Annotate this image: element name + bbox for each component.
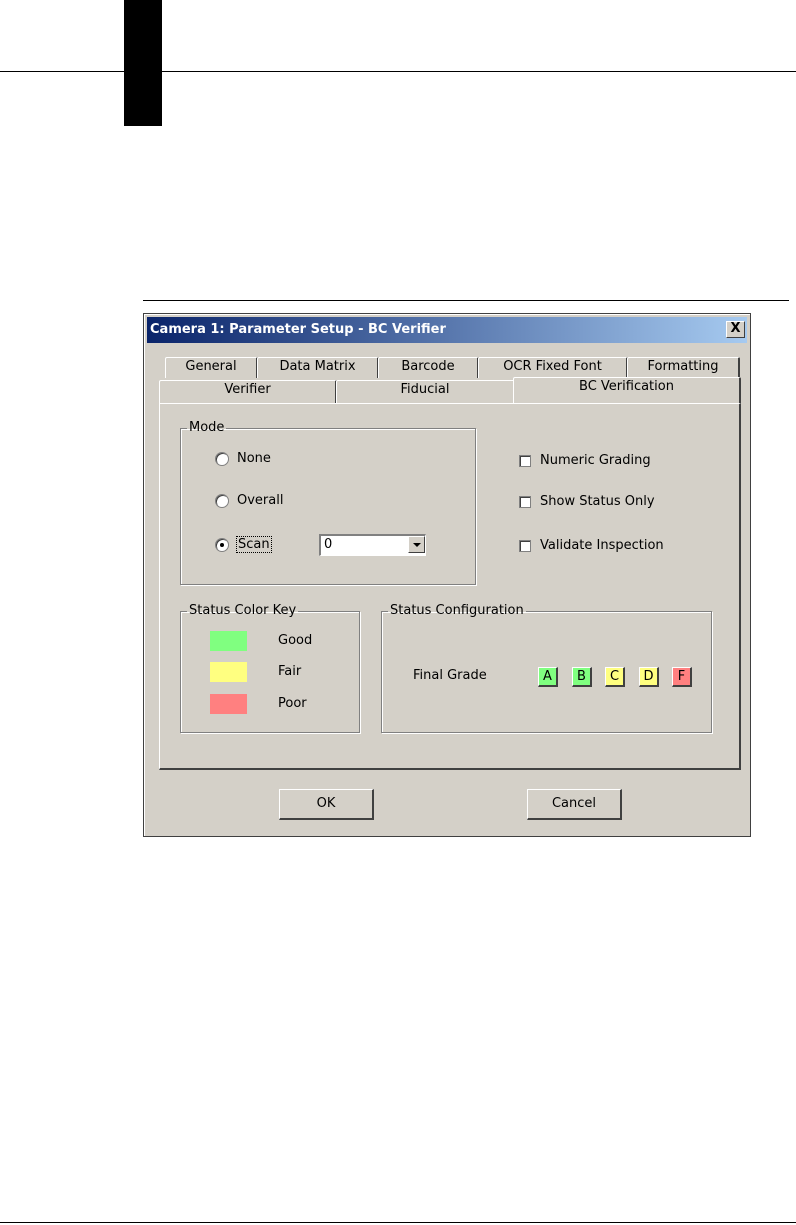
checkbox-show-status-only[interactable]: Show Status Only: [519, 494, 655, 509]
tab-general[interactable]: General: [165, 357, 258, 378]
radio-none-indicator[interactable]: [215, 451, 229, 466]
grade-f-button[interactable]: F: [672, 667, 692, 687]
radio-none[interactable]: None: [215, 451, 271, 466]
tab-fiducial[interactable]: Fiducial: [336, 380, 515, 404]
chevron-down-icon: [413, 543, 421, 547]
radio-scan-label: Scan: [236, 536, 272, 553]
checkbox-validate-inspection[interactable]: Validate Inspection: [519, 538, 664, 553]
dialog-title: Camera 1: Parameter Setup - BC Verifier: [150, 322, 446, 337]
chapter-tab-marker: [124, 0, 162, 126]
status-color-key-legend: Status Color Key: [189, 603, 297, 618]
tab-ocr-fixed-font[interactable]: OCR Fixed Font: [478, 357, 628, 378]
swatch-good-label: Good: [278, 633, 313, 648]
page-rule-bottom: [0, 1222, 796, 1223]
radio-overall-label: Overall: [237, 493, 284, 508]
swatch-fair-label: Fair: [278, 664, 302, 679]
title-bar[interactable]: Camera 1: Parameter Setup - BC Verifier …: [147, 317, 747, 343]
radio-scan[interactable]: Scan: [215, 536, 272, 553]
tab-panel-bc-verification: Mode None Overall Scan 0 Numeric Grading…: [159, 403, 741, 770]
show-status-only-box[interactable]: [519, 495, 531, 508]
swatch-poor-label: Poor: [278, 696, 307, 711]
grade-a-button[interactable]: A: [538, 667, 558, 687]
page-rule-mid: [143, 300, 789, 301]
swatch-good: [210, 631, 247, 651]
scan-count-dropdown[interactable]: 0: [319, 534, 426, 556]
final-grade-label: Final Grade: [413, 668, 487, 683]
grade-d-button[interactable]: D: [639, 667, 659, 687]
numeric-grading-label: Numeric Grading: [540, 453, 651, 468]
tab-data-matrix[interactable]: Data Matrix: [257, 357, 379, 378]
radio-overall-indicator[interactable]: [215, 493, 229, 508]
swatch-poor: [210, 694, 247, 714]
radio-selected-dot: [220, 542, 224, 547]
page-rule-top: [0, 71, 796, 72]
grade-b-button[interactable]: B: [572, 667, 592, 687]
numeric-grading-box[interactable]: [519, 454, 531, 467]
radio-none-label: None: [237, 451, 271, 466]
tab-bc-verification[interactable]: BC Verification: [513, 377, 741, 403]
ok-button[interactable]: OK: [279, 789, 374, 820]
close-button[interactable]: X: [726, 321, 745, 338]
status-configuration-legend: Status Configuration: [390, 603, 524, 618]
radio-overall[interactable]: Overall: [215, 493, 283, 508]
tab-verifier[interactable]: Verifier: [159, 380, 337, 404]
tab-barcode[interactable]: Barcode: [378, 357, 479, 378]
parameter-setup-dialog: Camera 1: Parameter Setup - BC Verifier …: [143, 313, 751, 837]
checkbox-numeric-grading[interactable]: Numeric Grading: [519, 453, 651, 468]
radio-scan-indicator[interactable]: [215, 537, 229, 552]
tab-formatting[interactable]: Formatting: [627, 357, 740, 378]
cancel-button[interactable]: Cancel: [527, 789, 622, 820]
status-color-key-group: Status Color Key: [180, 604, 360, 733]
mode-group-legend: Mode: [189, 420, 225, 435]
swatch-fair: [210, 662, 247, 682]
validate-inspection-label: Validate Inspection: [540, 538, 664, 553]
scan-count-value: 0: [324, 537, 333, 552]
status-configuration-group: Status Configuration Final Grade A B C D…: [381, 604, 712, 733]
dropdown-arrow-button[interactable]: [408, 536, 425, 553]
show-status-only-label: Show Status Only: [540, 494, 655, 509]
validate-inspection-box[interactable]: [519, 539, 531, 552]
grade-c-button[interactable]: C: [605, 667, 625, 687]
